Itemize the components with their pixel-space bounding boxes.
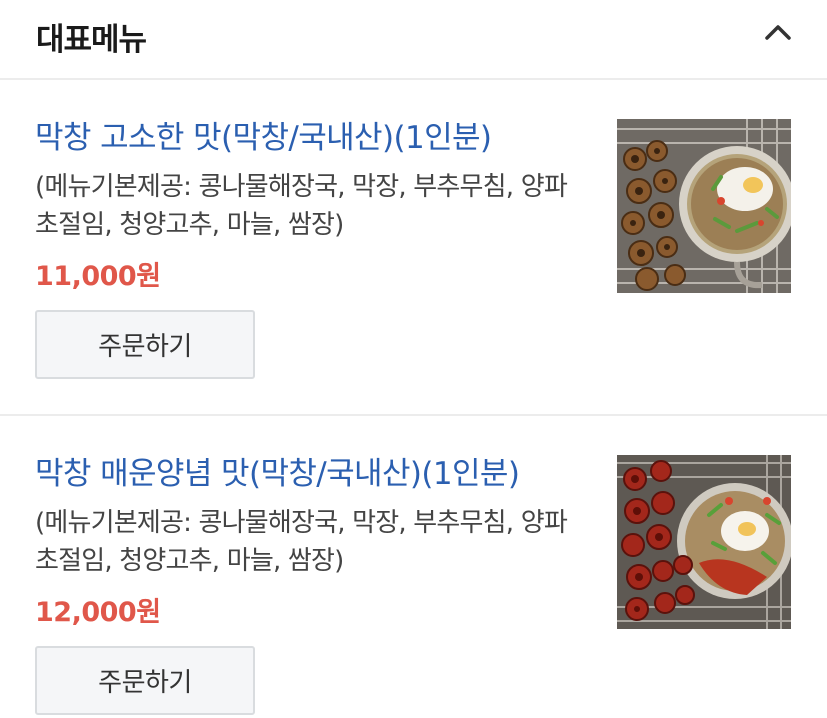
menu-item-name[interactable]: 막창 매운양념 맛(막창/국내산)(1인분) (35, 448, 520, 493)
menu-item-price: 12,000원 (35, 597, 161, 628)
order-button[interactable]: 주문하기 (35, 646, 255, 715)
section-title: 대표메뉴 (36, 22, 147, 58)
menu-item-photo[interactable] (617, 455, 791, 629)
menu-item-description: (메뉴기본제공: 콩나물해장국, 막장, 부추무침, 양파초절임, 청양고추, … (35, 508, 568, 576)
menu-item-name[interactable]: 막창 고소한 맛(막창/국내산)(1인분) (35, 112, 492, 157)
menu-item[interactable]: 막창 고소한 맛(막창/국내산)(1인분) (메뉴기본제공: 콩나물해장국, 막… (0, 82, 827, 416)
section-header[interactable]: 대표메뉴 (0, 0, 827, 80)
menu-item[interactable]: 막창 매운양념 맛(막창/국내산)(1인분) (메뉴기본제공: 콩나물해장국, … (0, 418, 827, 718)
menu-item-price: 11,000원 (35, 261, 161, 292)
chevron-up-icon[interactable] (762, 18, 794, 46)
menu-item-photo[interactable] (617, 119, 791, 293)
order-button[interactable]: 주문하기 (35, 310, 255, 379)
menu-item-description: (메뉴기본제공: 콩나물해장국, 막장, 부추무침, 양파초절임, 청양고추, … (35, 172, 568, 240)
